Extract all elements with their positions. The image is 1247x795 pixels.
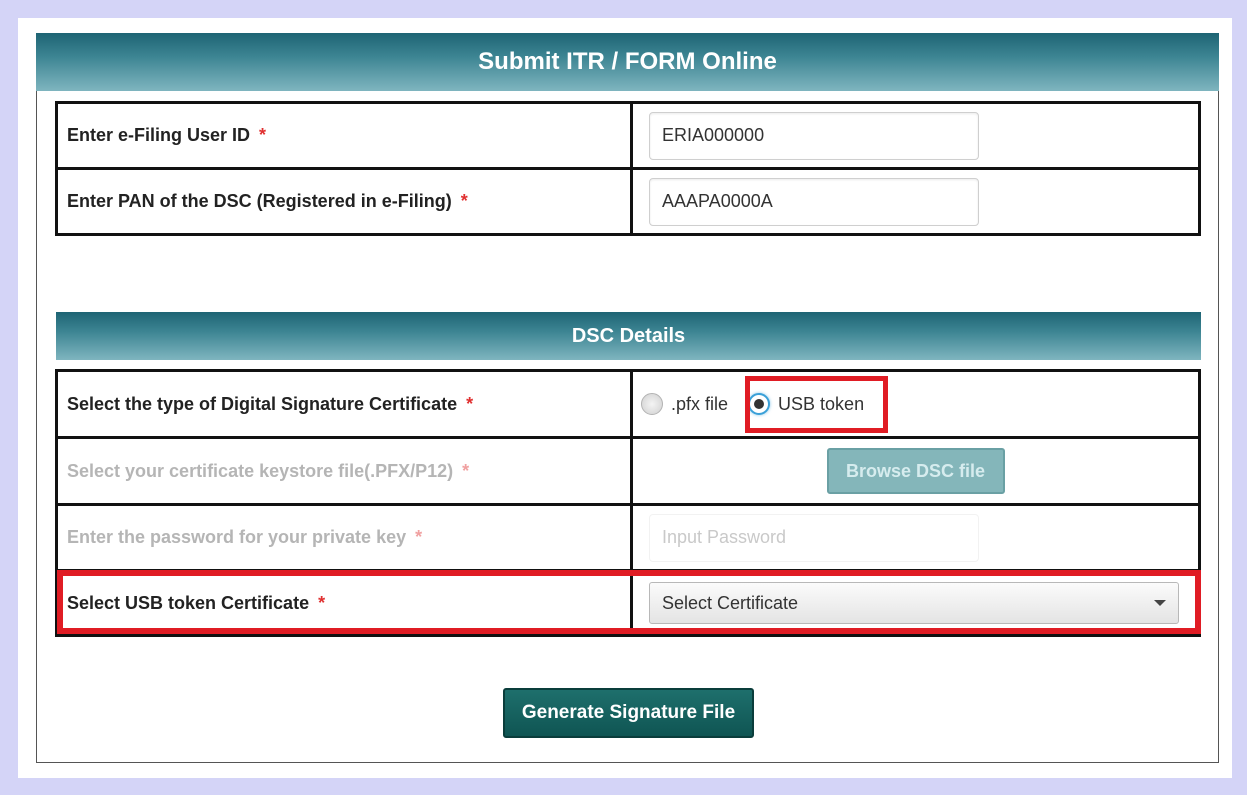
- usb-cert-label-cell: Select USB token Certificate *: [58, 572, 633, 634]
- usb-cert-field-cell: Select Certificate: [633, 572, 1198, 634]
- pan-input[interactable]: [649, 177, 979, 226]
- pan-label-cell: Enter PAN of the DSC (Registered in e-Fi…: [58, 170, 633, 233]
- chevron-down-icon: [1154, 600, 1166, 606]
- required-marker: *: [466, 393, 474, 414]
- required-marker: *: [318, 592, 326, 613]
- radio-pfx[interactable]: [641, 393, 663, 415]
- user-id-row: Enter e-Filing User ID *: [55, 101, 1201, 170]
- usb-cert-selected-value: Select Certificate: [662, 592, 799, 613]
- required-marker: *: [259, 125, 267, 145]
- keystore-field-cell: Browse DSC file: [633, 439, 1198, 503]
- pan-row: Enter PAN of the DSC (Registered in e-Fi…: [55, 167, 1201, 236]
- user-id-field-cell: [633, 104, 1198, 167]
- dsc-type-radio-group: .pfx file USB token: [641, 393, 864, 415]
- page-title: Submit ITR / FORM Online: [36, 33, 1219, 91]
- pan-field-cell: [633, 170, 1198, 233]
- required-marker: *: [460, 191, 468, 211]
- dsc-type-field-cell: .pfx file USB token: [633, 372, 1198, 436]
- keystore-row: Select your certificate keystore file(.P…: [55, 436, 1201, 506]
- dsc-type-row: Select the type of Digital Signature Cer…: [55, 369, 1201, 439]
- keystore-label-cell: Select your certificate keystore file(.P…: [58, 439, 633, 503]
- radio-usb[interactable]: [748, 393, 771, 415]
- generate-signature-button[interactable]: Generate Signature File: [503, 688, 754, 738]
- radio-pfx-label: .pfx file: [671, 393, 729, 414]
- keystore-label: Select your certificate keystore file(.P…: [67, 460, 454, 481]
- user-id-input[interactable]: [649, 111, 979, 160]
- dsc-type-label-cell: Select the type of Digital Signature Cer…: [58, 372, 633, 436]
- password-label-cell: Enter the password for your private key …: [58, 506, 633, 569]
- password-input[interactable]: [649, 513, 979, 562]
- user-id-label: Enter e-Filing User ID: [67, 125, 251, 145]
- required-marker: *: [415, 527, 423, 547]
- password-label: Enter the password for your private key: [67, 527, 407, 547]
- radio-option-usb[interactable]: USB token: [748, 393, 864, 415]
- usb-cert-row: Select USB token Certificate * Select Ce…: [55, 569, 1201, 637]
- dsc-section-title: DSC Details: [56, 312, 1201, 360]
- user-id-label-cell: Enter e-Filing User ID *: [58, 104, 633, 167]
- radio-usb-label: USB token: [778, 393, 865, 414]
- usb-cert-select[interactable]: Select Certificate: [649, 582, 1179, 624]
- pan-label: Enter PAN of the DSC (Registered in e-Fi…: [67, 191, 452, 211]
- required-marker: *: [462, 460, 470, 481]
- usb-cert-label: Select USB token Certificate: [67, 592, 310, 613]
- password-row: Enter the password for your private key …: [55, 503, 1201, 572]
- browse-dsc-button[interactable]: Browse DSC file: [826, 448, 1005, 494]
- dsc-type-label: Select the type of Digital Signature Cer…: [67, 393, 458, 414]
- password-field-cell: [633, 506, 1198, 569]
- radio-selected-dot: [754, 399, 765, 409]
- radio-option-pfx[interactable]: .pfx file: [641, 393, 728, 415]
